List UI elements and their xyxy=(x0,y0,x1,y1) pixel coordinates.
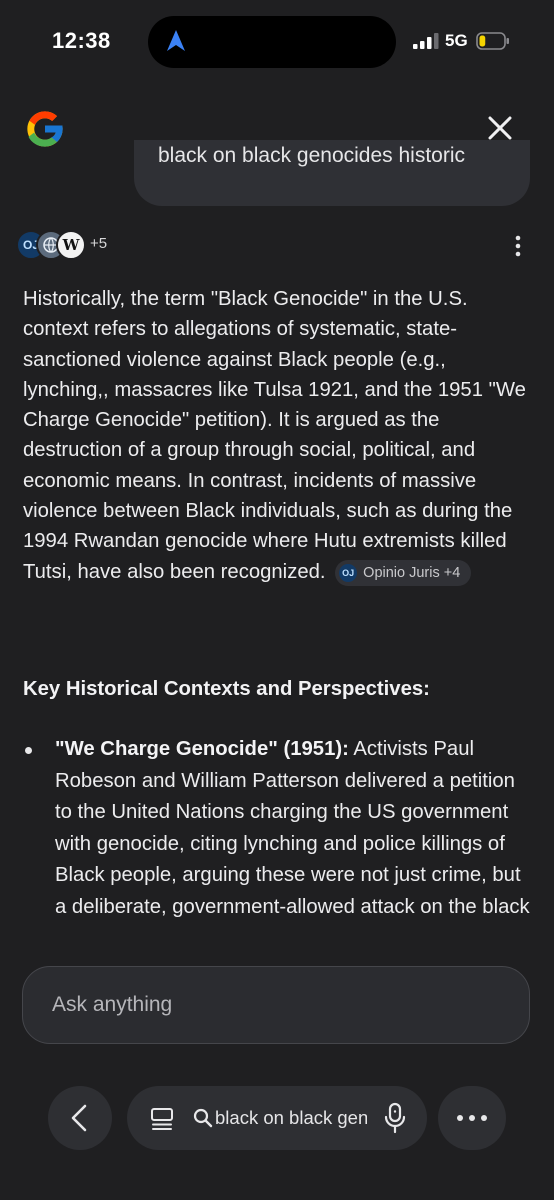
tabs-icon[interactable] xyxy=(149,1106,175,1132)
section-heading: Key Historical Contexts and Perspectives… xyxy=(23,678,430,700)
more-menu-button[interactable] xyxy=(438,1086,506,1150)
status-time: 12:38 xyxy=(52,28,111,53)
bullet-list: "We Charge Genocide" (1951): Activists P… xyxy=(23,734,533,950)
more-icon xyxy=(457,1115,487,1121)
signal-icon xyxy=(413,33,439,49)
citation-label: Opinio Juris +4 xyxy=(363,564,461,581)
search-icon xyxy=(193,1108,213,1128)
address-bar[interactable]: black on black genocides historic xyxy=(127,1086,427,1150)
battery-icon xyxy=(476,32,509,50)
source-wikipedia-icon[interactable]: W xyxy=(56,230,86,260)
google-logo[interactable] xyxy=(22,106,68,152)
bullet-icon xyxy=(25,747,32,754)
network-type: 5G xyxy=(445,31,468,50)
location-arrow-icon xyxy=(167,30,185,51)
scroll-fade xyxy=(0,930,554,960)
ai-answer-paragraph: Historically, the term "Black Genocide" … xyxy=(23,284,533,587)
back-arrow-icon xyxy=(71,1104,87,1132)
citation-chip[interactable]: OJ Opinio Juris +4 xyxy=(335,559,472,586)
bullet-title: "We Charge Genocide" (1951): xyxy=(55,738,349,760)
more-options-icon[interactable] xyxy=(506,234,530,258)
list-item: "We Charge Genocide" (1951): Activists P… xyxy=(55,734,533,924)
close-icon xyxy=(488,116,512,140)
more-sources-count[interactable]: +5 xyxy=(90,235,107,252)
query-bubble[interactable]: black on black genocides historic xyxy=(134,140,530,206)
query-text: black on black genocides historic xyxy=(158,144,466,167)
address-text[interactable]: black on black genocides historic xyxy=(215,1107,367,1129)
mic-icon[interactable] xyxy=(383,1102,407,1134)
opinio-juris-icon: OJ xyxy=(339,563,358,582)
status-bar: 12:38 5G xyxy=(0,0,554,84)
ask-placeholder: Ask anything xyxy=(52,993,173,1016)
answer-text: Historically, the term "Black Genocide" … xyxy=(23,288,526,583)
ask-input[interactable]: Ask anything xyxy=(22,966,530,1044)
bullet-body: Activists Paul Robeson and William Patte… xyxy=(55,738,530,918)
back-button[interactable] xyxy=(48,1086,112,1150)
